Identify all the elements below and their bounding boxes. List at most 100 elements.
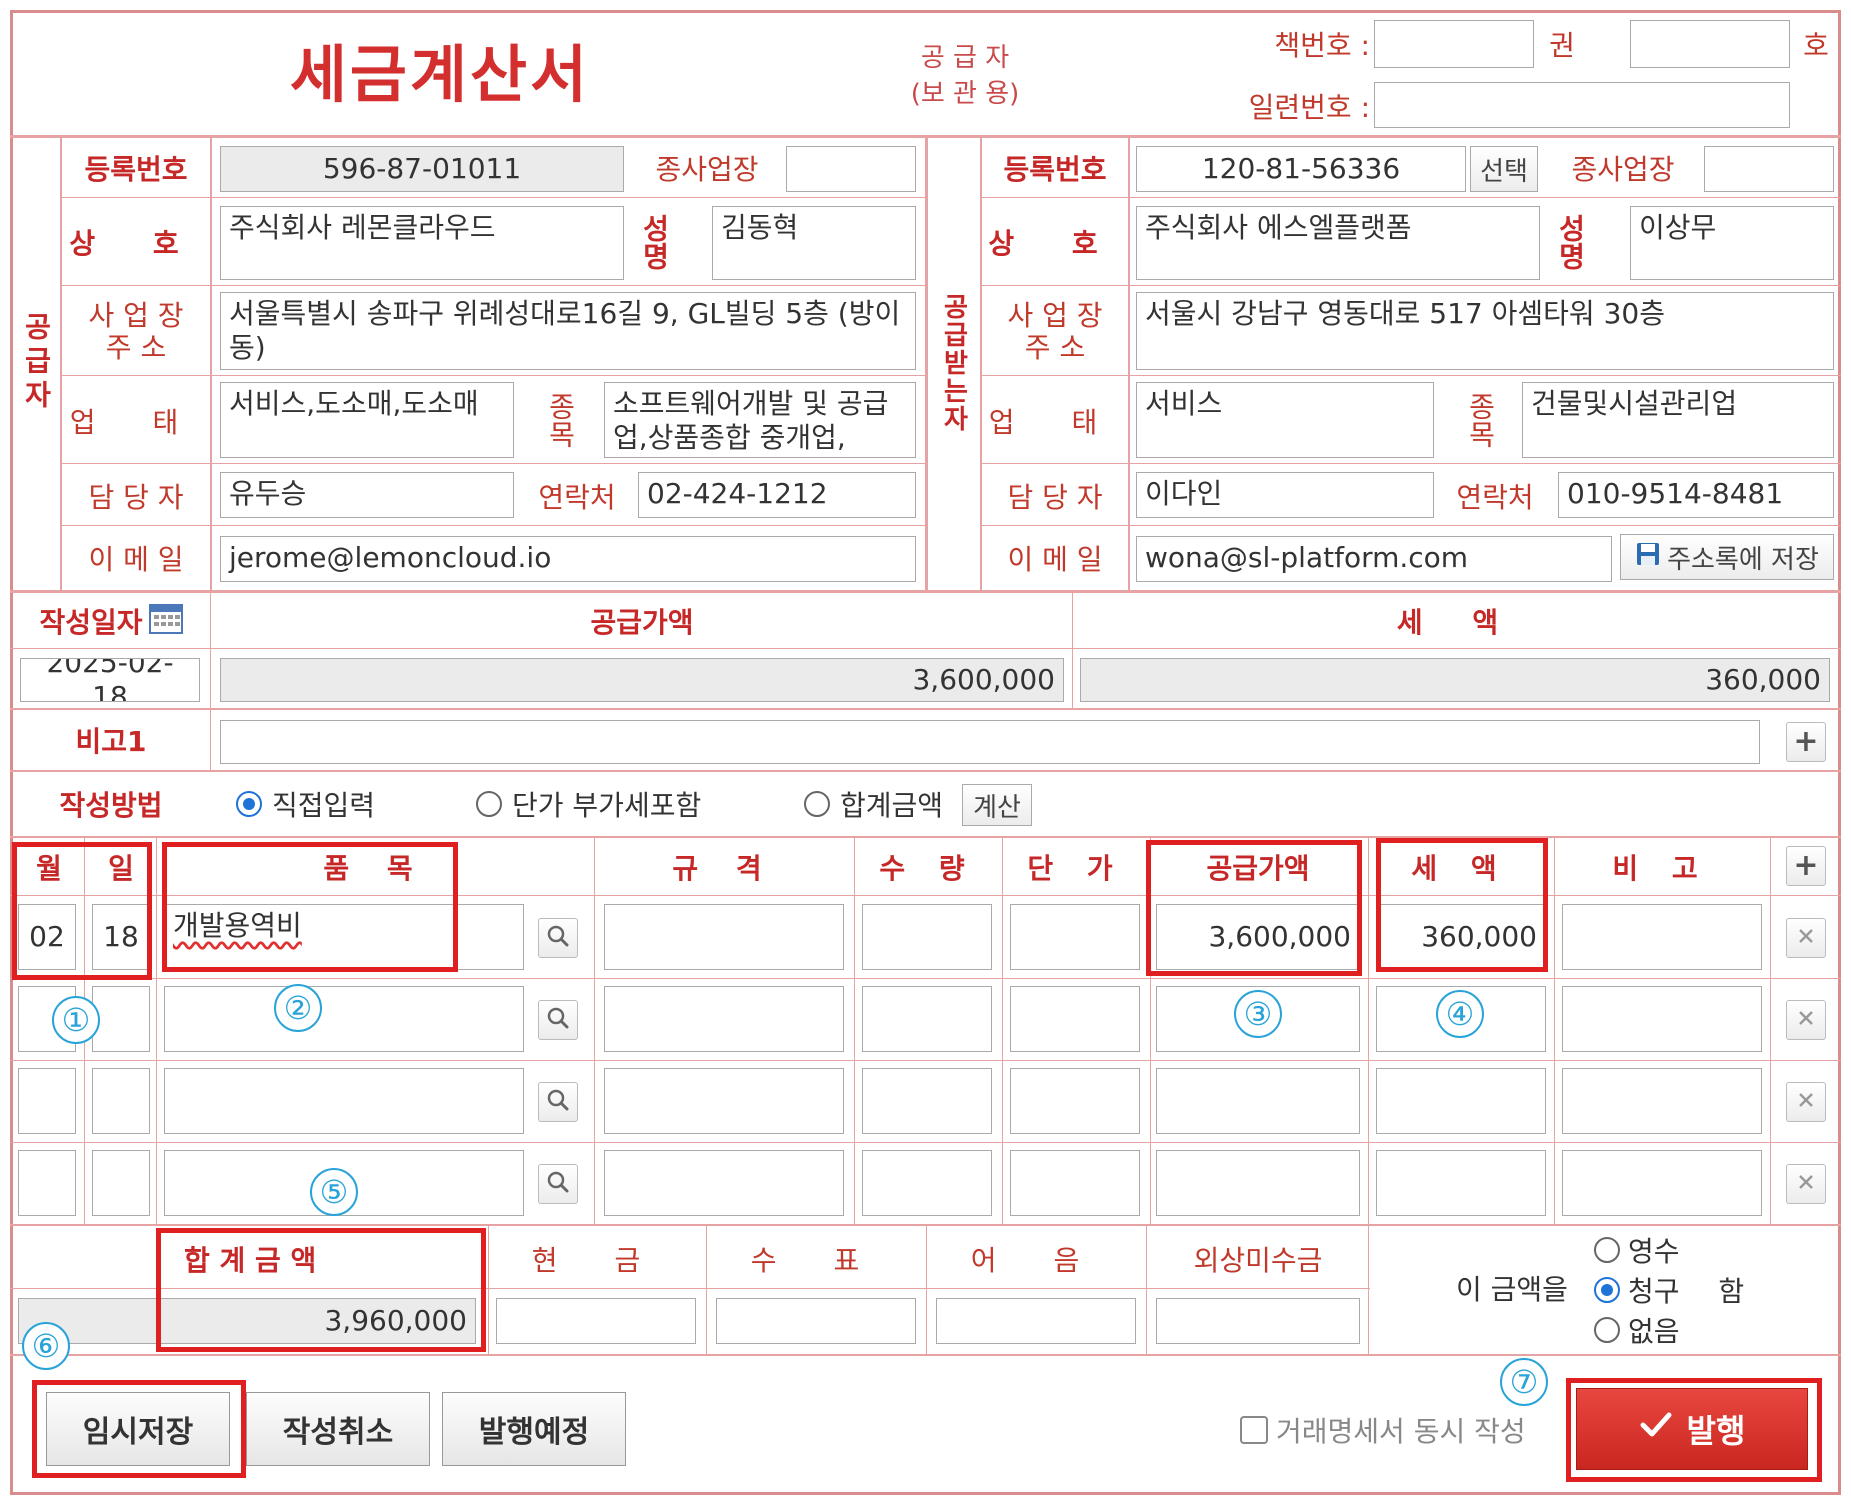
receipt-option-claim[interactable]: 청구 함 (1594, 1270, 1744, 1310)
buyer-contact-field[interactable]: 010-9514-8481 (1558, 472, 1834, 518)
divider (926, 1226, 927, 1354)
save-to-address-book-button[interactable]: 주소록에 저장 (1620, 534, 1834, 580)
radio-selected-icon[interactable] (236, 791, 262, 817)
row-day-input[interactable] (92, 1068, 150, 1134)
receipt-option-none[interactable]: 없음 (1594, 1310, 1680, 1350)
supplier-branch-input[interactable] (786, 146, 916, 192)
buyer-branch-input[interactable] (1704, 146, 1834, 192)
supply-amount-field[interactable]: 3,600,000 (220, 658, 1064, 702)
row-qty-input[interactable] (862, 1068, 992, 1134)
row-qty-input[interactable] (862, 904, 992, 970)
magnifier-icon (546, 1006, 570, 1034)
copy-type-line1: 공 급 자 (920, 43, 1010, 73)
ho-input[interactable] (1630, 20, 1790, 68)
tax-amount-field[interactable]: 360,000 (1080, 658, 1830, 702)
ho-unit-label: 호 (1803, 29, 1829, 62)
delete-row-button[interactable] (1786, 1000, 1826, 1040)
statement-checkbox[interactable]: 거래명세서 동시 작성 (1240, 1408, 1526, 1452)
buyer-email-field[interactable]: wona@sl-platform.com (1136, 536, 1612, 582)
radio-icon[interactable] (804, 791, 830, 817)
row-day-input[interactable] (92, 986, 150, 1052)
buyer-company-field[interactable]: 주식회사 에스엘플랫폼 (1136, 206, 1540, 280)
row-remark-input[interactable] (1562, 1150, 1762, 1216)
cash-input[interactable] (496, 1298, 696, 1344)
method-option-direct[interactable]: 직접입력 (236, 784, 375, 824)
checkbox-icon[interactable] (1240, 1416, 1268, 1444)
supplier-name-field[interactable]: 김동혁 (712, 206, 916, 280)
method-option-total[interactable]: 합계금액 (804, 784, 943, 824)
item-search-button[interactable] (538, 918, 578, 958)
divider (594, 836, 595, 1224)
supplier-contact-field[interactable]: 02-424-1212 (638, 472, 916, 518)
add-remark-button[interactable]: + (1786, 722, 1826, 762)
supplier-manager-field[interactable]: 유두승 (220, 472, 514, 518)
buyer-reg-no-field[interactable]: 120-81-56336 (1136, 146, 1466, 192)
calendar-icon[interactable] (148, 602, 183, 641)
buyer-biz-type-field[interactable]: 서비스 (1136, 382, 1434, 458)
row-supply-input[interactable] (1156, 1068, 1360, 1134)
row-price-input[interactable] (1010, 904, 1140, 970)
check-input[interactable] (716, 1298, 916, 1344)
delete-row-button[interactable] (1786, 1082, 1826, 1122)
supplier-email-field[interactable]: jerome@lemoncloud.io (220, 536, 916, 582)
row-month-input[interactable] (18, 1068, 76, 1134)
serial-input[interactable] (1374, 82, 1790, 128)
radio-icon[interactable] (476, 791, 502, 817)
credit-input[interactable] (1156, 1298, 1360, 1344)
row-tax-input[interactable] (1376, 1068, 1546, 1134)
method-option-unit-vat[interactable]: 단가 부가세포함 (476, 784, 701, 824)
supplier-company-field[interactable]: 주식회사 레몬클라우드 (220, 206, 624, 280)
statement-checkbox-label: 거래명세서 동시 작성 (1276, 1415, 1526, 1448)
calculate-button[interactable]: 계산 (962, 784, 1032, 826)
schedule-button[interactable]: 발행예정 (442, 1392, 626, 1466)
buyer-item-field[interactable]: 건물및시설관리업 (1522, 382, 1834, 458)
buyer-select-button[interactable]: 선택 (1470, 146, 1538, 192)
supplier-address-field[interactable]: 서울특별시 송파구 위례성대로16길 9, GL빌딩 5층 (방이동) (220, 292, 916, 370)
col-remark-header: 비 고 (1612, 852, 1710, 885)
radio-icon[interactable] (1594, 1317, 1620, 1343)
delete-row-button[interactable] (1786, 1164, 1826, 1204)
item-search-button[interactable] (538, 1082, 578, 1122)
radio-icon[interactable] (1594, 1237, 1620, 1263)
book-no-input[interactable] (1374, 20, 1534, 68)
supplier-reg-no-field[interactable]: 596-87-01011 (220, 146, 624, 192)
buyer-address-field[interactable]: 서울시 강남구 영동대로 517 아셈타워 30층 (1136, 292, 1834, 370)
row-price-input[interactable] (1010, 986, 1140, 1052)
delete-row-button[interactable] (1786, 918, 1826, 958)
row-remark-input[interactable] (1562, 1068, 1762, 1134)
row-qty-input[interactable] (862, 986, 992, 1052)
divider (10, 836, 1841, 838)
item-search-button[interactable] (538, 1164, 578, 1204)
row-month-input[interactable] (18, 1150, 76, 1216)
cancel-button[interactable]: 작성취소 (246, 1392, 430, 1466)
row-remark-input[interactable] (1562, 904, 1762, 970)
row-tax-input[interactable] (1376, 1150, 1546, 1216)
buyer-name-field[interactable]: 이상무 (1630, 206, 1834, 280)
buyer-manager-field[interactable]: 이다인 (1136, 472, 1434, 518)
note-input[interactable] (936, 1298, 1136, 1344)
supplier-side-label: 공급자 (20, 311, 53, 414)
item-search-button[interactable] (538, 1000, 578, 1040)
row-remark-input[interactable] (1562, 986, 1762, 1052)
supplier-biz-type-field[interactable]: 서비스,도소매,도소매 (220, 382, 514, 458)
row-spec-input[interactable] (604, 1150, 844, 1216)
divider (1368, 836, 1369, 1224)
row-day-input[interactable] (92, 1150, 150, 1216)
row-spec-input[interactable] (604, 986, 844, 1052)
row-name-input[interactable] (164, 1068, 524, 1134)
row-qty-input[interactable] (862, 1150, 992, 1216)
supplier-item-field[interactable]: 소프트웨어개발 및 공급업,상품종합 중개업, (604, 382, 916, 458)
row-supply-input[interactable] (1156, 1150, 1360, 1216)
receipt-option-paid[interactable]: 영수 (1594, 1230, 1680, 1270)
row-spec-input[interactable] (604, 1068, 844, 1134)
magnifier-icon (546, 924, 570, 952)
add-row-button[interactable]: + (1786, 846, 1826, 886)
date-input[interactable]: 2025-02-18 (20, 658, 200, 702)
buyer-reg-no-label: 등록번호 (1003, 152, 1107, 186)
remark1-input[interactable] (220, 720, 1760, 764)
row-name-input[interactable] (164, 986, 524, 1052)
row-price-input[interactable] (1010, 1068, 1140, 1134)
radio-selected-icon[interactable] (1594, 1277, 1620, 1303)
row-spec-input[interactable] (604, 904, 844, 970)
row-price-input[interactable] (1010, 1150, 1140, 1216)
